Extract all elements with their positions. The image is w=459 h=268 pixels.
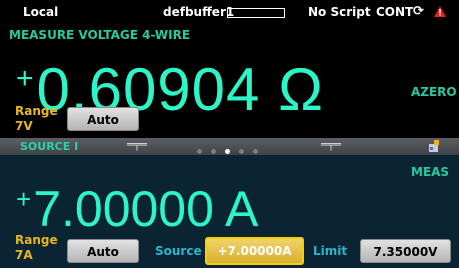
- measure-function-title[interactable]: MEASURE VOLTAGE 4-WIRE: [9, 28, 190, 42]
- source-sign: +: [16, 184, 32, 214]
- measure-reading: +0.60904 Ω: [16, 43, 324, 126]
- source-reading-value: 7.00000 A: [33, 181, 259, 237]
- page-dot: [197, 149, 202, 154]
- refresh-icon: ⟳: [413, 4, 424, 19]
- measure-range-button[interactable]: Auto: [67, 107, 139, 131]
- trigger-mode-indicator[interactable]: CONT: [376, 5, 413, 19]
- buffer-name[interactable]: defbuffer1: [163, 5, 234, 19]
- measure-range-title: Range: [15, 104, 58, 118]
- source-reading: +7.00000 A: [16, 169, 258, 239]
- limit-label: Limit: [313, 244, 348, 258]
- azero-indicator: AZERO: [411, 85, 457, 99]
- swipe-handle-icon[interactable]: ═╤═: [321, 138, 341, 151]
- limit-value-button[interactable]: 7.35000V: [360, 239, 451, 263]
- page-dot-active: [225, 149, 230, 154]
- page-dot: [253, 149, 258, 154]
- measure-range-label: Range 7V: [15, 104, 58, 134]
- script-indicator[interactable]: No Script: [308, 5, 371, 19]
- source-range-button[interactable]: Auto: [67, 239, 139, 263]
- buffer-fill-bar[interactable]: [227, 8, 285, 18]
- source-value-button[interactable]: +7.00000A: [205, 237, 304, 265]
- source-range-title: Range: [15, 233, 58, 247]
- page-dot: [211, 149, 216, 154]
- local-mode-indicator[interactable]: Local: [23, 5, 58, 19]
- swipe-handle-icon[interactable]: ═╤═: [127, 138, 147, 151]
- source-pane: MEAS +7.00000 A Range 7A Auto Source +7.…: [0, 155, 459, 268]
- settings-icon[interactable]: [427, 139, 441, 153]
- source-header-title: SOURCE I: [20, 140, 79, 153]
- source-range-label: Range 7A: [15, 233, 58, 263]
- measure-range-value: 7V: [15, 119, 33, 133]
- measure-pane: MEASURE VOLTAGE 4-WIRE +0.60904 Ω AZERO …: [0, 25, 459, 137]
- page-dot: [239, 149, 244, 154]
- measure-sign: +: [16, 62, 35, 95]
- source-value-label: Source: [155, 244, 202, 258]
- source-range-value: 7A: [15, 248, 33, 262]
- source-header[interactable]: SOURCE I ═╤═ ═╤═: [0, 138, 459, 155]
- status-bar: Local defbuffer1 No Script CONT ⟳: [0, 0, 459, 25]
- meas-indicator: MEAS: [411, 165, 450, 179]
- warning-icon[interactable]: [434, 6, 446, 20]
